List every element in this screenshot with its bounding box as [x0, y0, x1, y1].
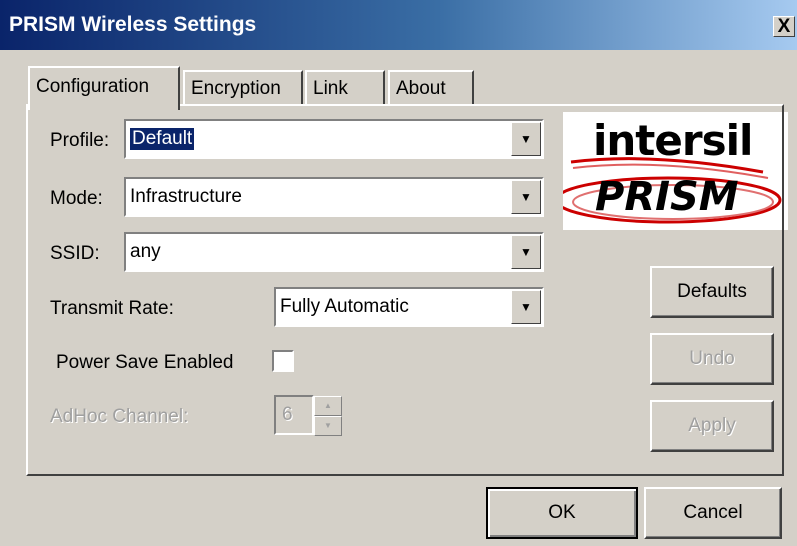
tab-link[interactable]: Link — [305, 70, 385, 106]
tab-label: Configuration — [36, 76, 150, 97]
tab-encryption[interactable]: Encryption — [183, 70, 303, 106]
close-button[interactable]: X — [773, 16, 795, 37]
configuration-panel — [26, 104, 784, 476]
title-bar: PRISM Wireless Settings X — [0, 0, 797, 50]
tab-about[interactable]: About — [388, 70, 474, 106]
window-title: PRISM Wireless Settings — [9, 13, 257, 36]
cancel-button[interactable]: Cancel — [644, 487, 782, 539]
cancel-button-label: Cancel — [683, 502, 743, 523]
ok-button[interactable]: OK — [486, 487, 638, 539]
ok-button-label: OK — [548, 502, 576, 523]
tab-configuration[interactable]: Configuration — [28, 66, 180, 110]
tab-label: About — [396, 78, 446, 99]
tab-label: Encryption — [191, 78, 281, 99]
tab-label: Link — [313, 78, 348, 99]
